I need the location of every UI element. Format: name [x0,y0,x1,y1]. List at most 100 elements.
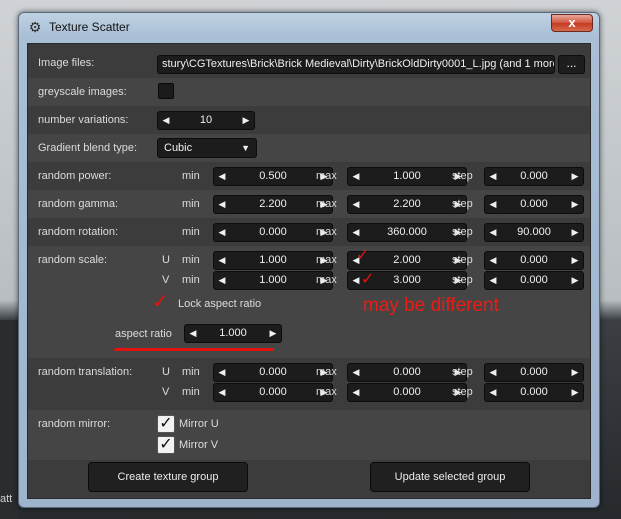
random-rotation-max-spinner[interactable]: ◀ 360.000 ▶ [347,223,467,242]
random-translation-u-step-value: 0.000 [520,366,548,378]
random-power-max-spinner[interactable]: ◀ 1.000 ▶ [347,167,467,186]
decrement-arrow-icon[interactable]: ◀ [350,364,362,381]
random-translation-u-min-spinner[interactable]: ◀ 0.000 ▶ [213,363,333,382]
random-translation-u-step-spinner[interactable]: ◀ 0.000 ▶ [484,363,584,382]
random-rotation-min-spinner[interactable]: ◀ 0.000 ▶ [213,223,333,242]
aspect-ratio-spinner[interactable]: ◀ 1.000 ▶ [184,324,282,343]
random-scale-u-min-value: 1.000 [259,254,287,266]
title-bar[interactable]: ⚙ Texture Scatter x [19,13,599,41]
random-scale-v-step-spinner[interactable]: ◀ 0.000 ▶ [484,271,584,290]
mirror-u-checkbox[interactable]: ✓ [157,415,175,433]
decrement-arrow-icon[interactable]: ◀ [487,272,499,289]
random-power-label: random power: [38,170,112,182]
increment-arrow-icon[interactable]: ▶ [569,384,581,401]
decrement-arrow-icon[interactable]: ◀ [216,384,228,401]
random-scale-u-step-spinner[interactable]: ◀ 0.000 ▶ [484,251,584,270]
decrement-arrow-icon[interactable]: ◀ [187,325,199,342]
v-axis-label: V [162,386,170,398]
update-selected-group-button[interactable]: Update selected group [370,462,530,492]
random-translation-v-min-spinner[interactable]: ◀ 0.000 ▶ [213,383,333,402]
random-translation-section: random translation: U min ◀ 0.000 ▶ max ◀ 0… [28,358,590,410]
random-scale-v-max-value: 3.000 [393,274,421,286]
random-gamma-row: random gamma: min ◀ 2.200 ▶ max ◀ 2.200 ▶ st… [28,190,590,218]
increment-arrow-icon[interactable]: ▶ [569,364,581,381]
number-variations-spinner[interactable]: ◀ 10 ▶ [157,111,255,130]
decrement-arrow-icon[interactable]: ◀ [350,224,362,241]
greyscale-label: greyscale images: [38,86,127,98]
gradient-blend-dropdown[interactable]: Cubic ▼ [157,138,257,158]
decrement-arrow-icon[interactable]: ◀ [216,272,228,289]
decrement-arrow-icon[interactable]: ◀ [216,224,228,241]
u-axis-label: U [162,366,170,378]
step-label: step [452,274,473,286]
browse-button[interactable]: ... [558,55,585,74]
decrement-arrow-icon[interactable]: ◀ [487,384,499,401]
decrement-arrow-icon[interactable]: ◀ [216,364,228,381]
min-label: min [182,386,200,398]
random-gamma-min-spinner[interactable]: ◀ 2.200 ▶ [213,195,333,214]
window-title: Texture Scatter [49,20,130,34]
decrement-arrow-icon[interactable]: ◀ [350,196,362,213]
increment-arrow-icon[interactable]: ▶ [569,252,581,269]
close-button[interactable]: x [551,14,593,32]
decrement-arrow-icon[interactable]: ◀ [216,252,228,269]
annotation-note: may be different [363,295,499,316]
mirror-v-label: Mirror V [179,439,219,451]
random-translation-v-step-spinner[interactable]: ◀ 0.000 ▶ [484,383,584,402]
annotation-check-icon: ✓ [361,271,375,288]
increment-arrow-icon[interactable]: ▶ [569,224,581,241]
gear-icon: ⚙ [28,19,42,35]
create-texture-group-button[interactable]: Create texture group [88,462,248,492]
random-power-step-spinner[interactable]: ◀ 0.000 ▶ [484,167,584,186]
max-label: max [316,386,337,398]
random-gamma-step-value: 0.000 [520,198,548,210]
random-translation-v-step-value: 0.000 [520,386,548,398]
increment-arrow-icon[interactable]: ▶ [240,112,252,129]
random-power-min-spinner[interactable]: ◀ 0.500 ▶ [213,167,333,186]
random-translation-u-max-spinner[interactable]: ◀ 0.000 ▶ [347,363,467,382]
random-scale-v-min-spinner[interactable]: ◀ 1.000 ▶ [213,271,333,290]
min-label: min [182,226,200,238]
decrement-arrow-icon[interactable]: ◀ [216,196,228,213]
max-label: max [316,198,337,210]
increment-arrow-icon[interactable]: ▶ [569,168,581,185]
decrement-arrow-icon[interactable]: ◀ [350,168,362,185]
increment-arrow-icon[interactable]: ▶ [569,272,581,289]
mirror-u-label: Mirror U [179,418,219,430]
random-mirror-section: random mirror: ✓ Mirror U ✓ Mirror V [28,410,590,460]
decrement-arrow-icon[interactable]: ◀ [487,196,499,213]
decrement-arrow-icon[interactable]: ◀ [487,252,499,269]
random-scale-u-min-spinner[interactable]: ◀ 1.000 ▶ [213,251,333,270]
random-power-max-value: 1.000 [393,170,421,182]
decrement-arrow-icon[interactable]: ◀ [487,224,499,241]
image-files-row: Image files: stury\CGTextures\Brick\Bric… [28,50,590,78]
random-mirror-label: random mirror: [38,418,111,430]
random-power-min-value: 0.500 [259,170,287,182]
random-gamma-max-spinner[interactable]: ◀ 2.200 ▶ [347,195,467,214]
image-files-label: Image files: [38,57,95,69]
number-variations-label: number variations: [38,114,129,126]
increment-arrow-icon[interactable]: ▶ [569,196,581,213]
greyscale-checkbox[interactable] [158,83,174,99]
gradient-blend-row: Gradient blend type: Cubic ▼ [28,134,590,162]
random-scale-v-min-value: 1.000 [259,274,287,286]
mirror-v-checkbox[interactable]: ✓ [157,436,175,454]
decrement-arrow-icon[interactable]: ◀ [487,364,499,381]
image-files-input[interactable]: stury\CGTextures\Brick\Brick Medieval\Di… [157,55,555,74]
random-rotation-label: random rotation: [38,226,119,238]
random-scale-section: random scale: U min ◀ 1.000 ▶ max ◀ 2.000 ▶ … [28,246,590,358]
lock-aspect-ratio-label[interactable]: Lock aspect ratio [178,298,261,310]
decrement-arrow-icon[interactable]: ◀ [350,384,362,401]
random-rotation-step-spinner[interactable]: ◀ 90.000 ▶ [484,223,584,242]
random-translation-v-max-spinner[interactable]: ◀ 0.000 ▶ [347,383,467,402]
dialog-body: Image files: stury\CGTextures\Brick\Bric… [27,43,591,499]
random-gamma-step-spinner[interactable]: ◀ 0.000 ▶ [484,195,584,214]
random-power-step-value: 0.000 [520,170,548,182]
decrement-arrow-icon[interactable]: ◀ [160,112,172,129]
aspect-ratio-label: aspect ratio [115,328,172,340]
min-label: min [182,198,200,210]
decrement-arrow-icon[interactable]: ◀ [487,168,499,185]
decrement-arrow-icon[interactable]: ◀ [216,168,228,185]
random-translation-v-max-value: 0.000 [393,386,421,398]
increment-arrow-icon[interactable]: ▶ [267,325,279,342]
